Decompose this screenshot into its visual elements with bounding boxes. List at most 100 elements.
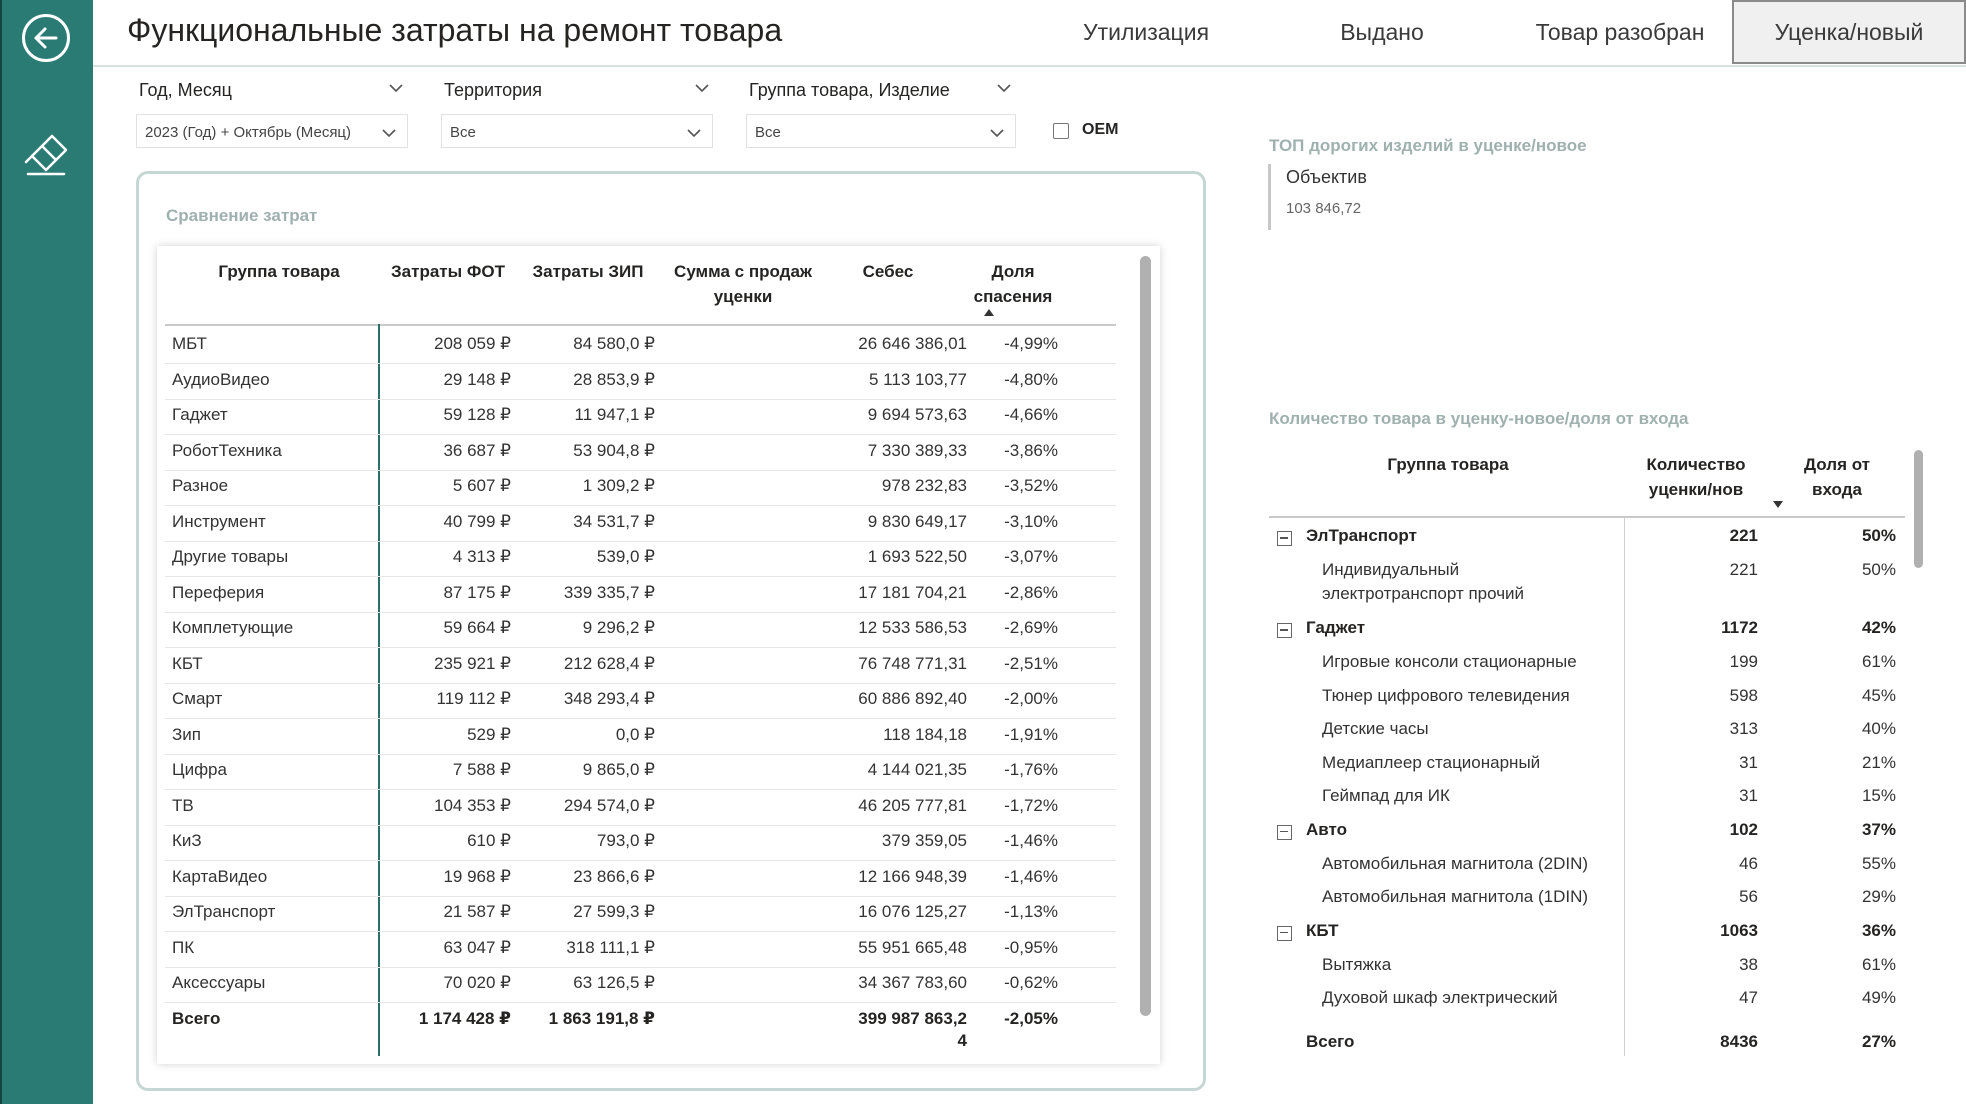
column-header-fot[interactable]: Затраты ФОТ: [383, 259, 513, 284]
row-cost: 76 748 771,31: [858, 653, 967, 673]
column-header-share[interactable]: Доля спасения: [953, 259, 1073, 309]
territory-filter-label: Территория: [444, 80, 542, 100]
period-filter-dropdown[interactable]: 2023 (Год) + Октябрь (Месяц): [136, 114, 408, 148]
chevron-down-icon[interactable]: [694, 80, 710, 96]
row-fot: 40 799 ₽: [443, 511, 511, 531]
header-divider-line: [165, 324, 1116, 326]
count-total-share: 27%: [1861, 1032, 1896, 1051]
row-share: -3,10%: [1004, 511, 1058, 531]
sort-ascending-icon[interactable]: [984, 309, 994, 316]
row-fot: 610 ₽: [467, 831, 511, 850]
count-column-header-group[interactable]: Группа товара: [1318, 452, 1578, 477]
row-cost: 9 830 649,17: [867, 511, 967, 531]
count-header-divider: [1269, 516, 1905, 518]
top-item-value: 103 846,72: [1286, 200, 1362, 217]
row-group: АудиоВидео: [172, 369, 270, 389]
row-zip: 348 293,4 ₽: [563, 689, 655, 708]
count-qty: 313: [1729, 719, 1758, 738]
count-share: 50%: [1861, 526, 1896, 545]
row-divider: [165, 434, 1116, 435]
tab-markdown-new[interactable]: Уценка/новый: [1732, 0, 1966, 64]
row-fot: 36 687 ₽: [443, 440, 511, 460]
oem-checkbox[interactable]: [1053, 123, 1069, 139]
column-header-cost[interactable]: Себес: [833, 259, 943, 284]
count-group-name: ЭлТранспорт: [1306, 526, 1417, 545]
row-cost: 26 646 386,01: [858, 334, 967, 353]
count-total-label: Всего: [1306, 1032, 1355, 1051]
row-cost: 118 184,18: [883, 724, 967, 744]
count-total-qty: 8436: [1720, 1032, 1758, 1051]
count-share: 50%: [1861, 560, 1896, 579]
top-item-name: Объектив: [1286, 167, 1367, 187]
row-share: -1,46%: [1004, 831, 1058, 850]
back-button[interactable]: [22, 14, 70, 62]
count-item-name: Духовой шкаф электрический: [1322, 988, 1558, 1007]
column-header-zip[interactable]: Затраты ЗИП: [523, 259, 653, 284]
collapse-toggle-icon[interactable]: [1277, 824, 1292, 840]
clear-filters-button[interactable]: [24, 132, 70, 178]
tab-disassembled[interactable]: Товар разобран: [1508, 0, 1732, 64]
row-cost: 46 205 777,81: [858, 795, 967, 815]
row-share: -2,51%: [1004, 653, 1058, 673]
row-share: -1,72%: [1004, 795, 1058, 815]
column-header-share-line1: Доля: [991, 262, 1035, 281]
chevron-down-icon[interactable]: [388, 80, 404, 96]
count-qty: 102: [1729, 819, 1758, 839]
page-title: Функциональные затраты на ремонт товара: [127, 12, 783, 48]
row-divider: [165, 931, 1116, 932]
row-group: Цифра: [172, 760, 227, 779]
row-group: Разное: [172, 476, 229, 495]
collapse-toggle-icon[interactable]: [1277, 925, 1292, 941]
row-divider: [165, 718, 1116, 719]
collapse-toggle-icon[interactable]: [1277, 623, 1292, 638]
row-zip: 9 865,0 ₽: [582, 760, 655, 779]
territory-filter-dropdown[interactable]: Все: [441, 114, 713, 148]
row-group: Аксессуары: [172, 973, 266, 992]
row-group: Гаджет: [172, 405, 228, 424]
row-cost: 34 367 783,60: [858, 973, 967, 992]
table-scrollbar[interactable]: [1140, 256, 1151, 1016]
row-fot: 4 313 ₽: [452, 547, 511, 566]
row-share: -4,80%: [1004, 369, 1058, 389]
group-filter-dropdown[interactable]: Все: [746, 114, 1016, 148]
row-zip: 1 309,2 ₽: [582, 476, 655, 495]
row-cost: 60 886 892,40: [858, 689, 967, 708]
column-header-group[interactable]: Группа товара: [185, 259, 373, 284]
column-header-sales-line2: уценки: [713, 287, 773, 306]
group-filter-label: Группа товара, Изделие: [749, 80, 950, 100]
row-divider: [165, 860, 1116, 861]
count-item-name: Игровые консоли стационарные: [1322, 652, 1577, 671]
row-fot: 235 921 ₽: [434, 653, 511, 673]
total-cost: 399 987 863,2: [858, 1008, 967, 1028]
count-column-header-share[interactable]: Доля от входа: [1784, 452, 1890, 502]
column-header-sales[interactable]: Сумма с продаж уценки: [663, 259, 823, 309]
period-filter-label: Год, Месяц: [139, 80, 232, 100]
count-item-name: Детские часы: [1322, 719, 1429, 738]
chevron-down-icon[interactable]: [996, 80, 1012, 96]
tab-issued[interactable]: Выдано: [1270, 0, 1494, 64]
count-share: 49%: [1861, 988, 1896, 1007]
row-group: Смарт: [172, 689, 223, 708]
top-items-bar: [1268, 164, 1271, 230]
row-share: -2,69%: [1004, 618, 1058, 637]
tab-utilization[interactable]: Утилизация: [1036, 0, 1256, 64]
row-zip: 318 111,1 ₽: [566, 937, 655, 957]
oem-checkbox-label: OEM: [1082, 121, 1119, 138]
count-column-header-qty[interactable]: Количество уценки/нов: [1618, 452, 1774, 502]
count-share: 37%: [1861, 819, 1896, 839]
sort-descending-icon[interactable]: [1773, 501, 1783, 508]
collapse-toggle-icon[interactable]: [1277, 531, 1292, 546]
row-fot: 21 587 ₽: [443, 902, 511, 921]
count-qty: 31: [1739, 752, 1758, 772]
count-table-scrollbar[interactable]: [1914, 450, 1923, 568]
row-cost: 7 330 389,33: [867, 440, 967, 460]
row-share: -0,95%: [1004, 937, 1058, 957]
row-divider: [165, 611, 1116, 613]
row-zip: 9 296,2 ₽: [582, 618, 655, 637]
territory-filter-value: Все: [450, 124, 476, 141]
row-group: КиЗ: [172, 831, 202, 850]
row-group: ЭлТранспорт: [172, 902, 276, 921]
row-cost: 978 232,83: [881, 476, 967, 495]
column-header-sales-line1: Сумма с продаж: [674, 262, 812, 281]
count-qty: 31: [1739, 786, 1758, 805]
